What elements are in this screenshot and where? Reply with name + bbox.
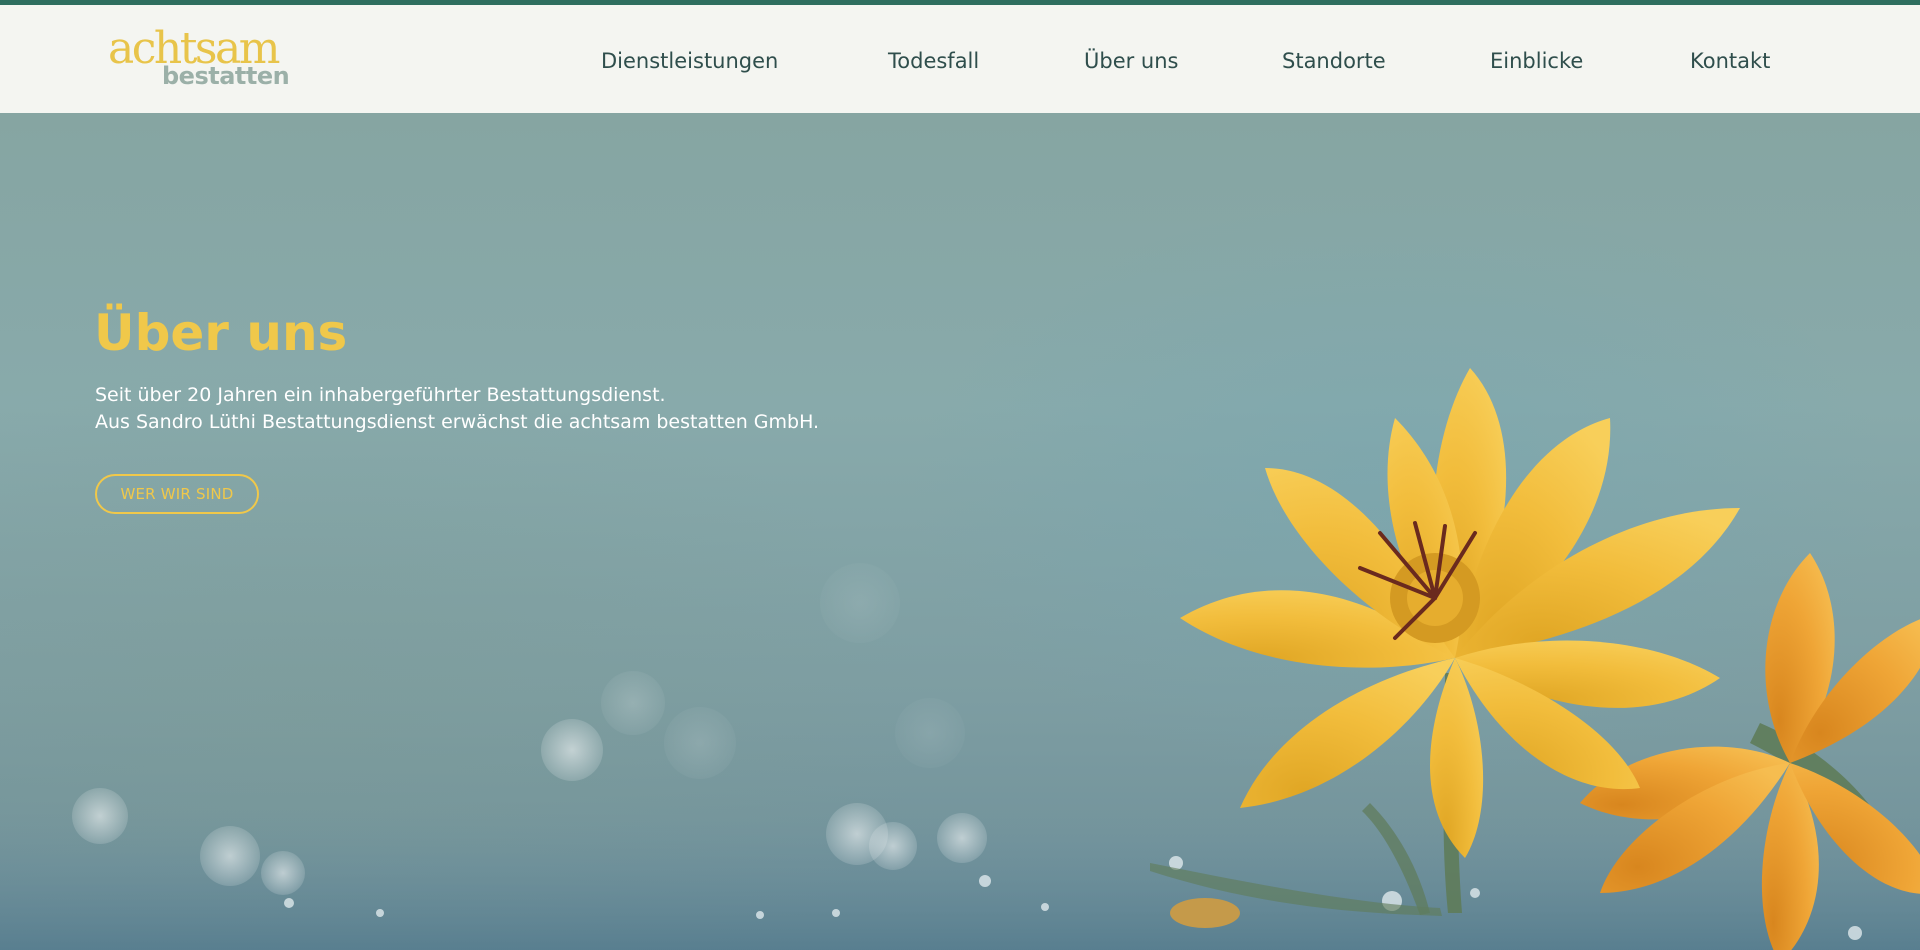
nav-item-kontakt[interactable]: Kontakt xyxy=(1690,49,1770,73)
site-header: achtsam bestatten Dienstleistungen Todes… xyxy=(0,5,1920,113)
hero-section: Über uns Seit über 20 Jahren ein inhaber… xyxy=(0,113,1920,950)
flower-image xyxy=(0,368,1920,950)
nav-item-dienstleistungen[interactable]: Dienstleistungen xyxy=(601,49,778,73)
nav-item-todesfall[interactable]: Todesfall xyxy=(888,49,979,73)
hero-description-line: Aus Sandro Lüthi Bestattungsdienst erwäc… xyxy=(95,411,820,433)
wer-wir-sind-button[interactable]: WER WIR SIND xyxy=(95,474,259,514)
main-navigation: Dienstleistungen Todesfall Über uns Stan… xyxy=(0,5,1920,113)
hero-description-line: Seit über 20 Jahren ein inhabergeführter… xyxy=(95,384,666,406)
nav-item-standorte[interactable]: Standorte xyxy=(1282,49,1386,73)
hero-title: Über uns xyxy=(94,304,348,362)
nav-item-einblicke[interactable]: Einblicke xyxy=(1490,49,1583,73)
nav-item-ueber-uns[interactable]: Über uns xyxy=(1084,49,1179,73)
